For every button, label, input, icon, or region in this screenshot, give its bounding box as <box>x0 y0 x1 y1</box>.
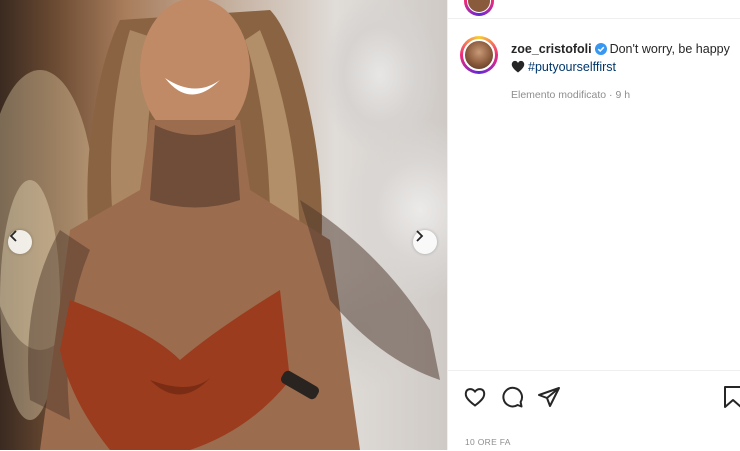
comment-button[interactable] <box>500 385 526 411</box>
caption-text: Don't worry, be happy <box>609 42 730 56</box>
save-button[interactable] <box>723 385 740 411</box>
chevron-right-icon <box>416 230 424 242</box>
post-caption: zoe_cristofoli Don't worry, be happy #put… <box>511 40 740 76</box>
bookmark-icon <box>724 386 740 408</box>
header-avatar[interactable] <box>464 0 494 16</box>
carousel-prev-button[interactable] <box>8 230 32 254</box>
black-heart-icon <box>511 60 525 73</box>
chevron-left-icon <box>9 230 17 242</box>
edited-timestamp: Elemento modificato · 9 h <box>511 89 631 101</box>
action-bar: 10 ORE FA <box>448 370 740 451</box>
hashtag-link[interactable]: #putyourselffirst <box>528 60 616 74</box>
carousel-next-button[interactable] <box>413 230 437 254</box>
post-photo[interactable] <box>0 0 447 450</box>
share-button[interactable] <box>537 385 563 411</box>
post-timestamp[interactable]: 10 ORE FA <box>465 437 511 447</box>
like-button[interactable] <box>463 385 489 411</box>
heart-icon <box>464 388 486 407</box>
verified-badge-icon <box>594 43 607 55</box>
share-icon <box>538 387 560 407</box>
comment-icon <box>502 386 523 408</box>
post-details-panel: zoe_cristofoli Don't worry, be happy #put… <box>447 0 740 450</box>
photo-illustration <box>0 0 440 450</box>
caption-avatar[interactable] <box>460 36 498 74</box>
post-header <box>448 0 740 19</box>
avatar-image <box>463 39 495 71</box>
username-link[interactable]: zoe_cristofoli <box>511 42 592 56</box>
